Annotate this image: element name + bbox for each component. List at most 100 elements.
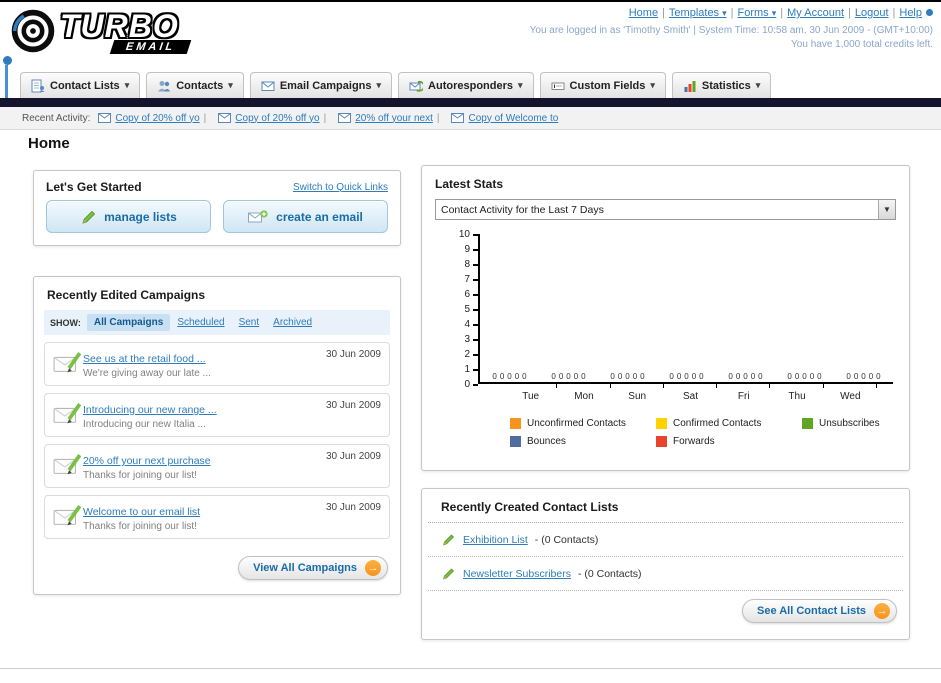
chart-bar-group: 00000 bbox=[787, 372, 822, 381]
recent-activity-bar: Recent Activity: Copy of 20% off yo | Co… bbox=[0, 107, 941, 130]
app-logo[interactable]: TURBO EMAIL bbox=[10, 8, 192, 54]
legend-item: Confirmed Contacts bbox=[656, 418, 802, 429]
x-axis-label: Sun bbox=[628, 391, 647, 402]
legend-item: Forwards bbox=[656, 436, 802, 447]
header-right: Home | Templates ▾ | Forms ▾ | My Account | Logo… bbox=[530, 7, 933, 50]
email-edit-icon bbox=[53, 454, 82, 475]
chevron-down-icon: ▾ bbox=[771, 8, 777, 18]
campaign-list-item: See us at the retail food ... We're givi… bbox=[44, 342, 390, 386]
tab-email-campaigns[interactable]: Email Campaigns ▾ bbox=[249, 72, 393, 98]
top-nav: Home | Templates ▾ | Forms ▾ | My Account | Logo… bbox=[530, 7, 933, 19]
x-axis-label: Sat bbox=[682, 391, 698, 402]
autoresponders-icon bbox=[409, 80, 424, 92]
chevron-down-icon: ▾ bbox=[518, 80, 523, 90]
campaign-date: 30 Jun 2009 bbox=[325, 349, 381, 360]
logo-swirl-icon bbox=[11, 9, 55, 53]
campaign-title-link[interactable]: Welcome to our email list bbox=[83, 506, 200, 518]
tab-contacts[interactable]: Contacts ▾ bbox=[146, 72, 244, 98]
logo-text: TURBO EMAIL bbox=[60, 8, 192, 54]
tab-label: Statistics bbox=[701, 79, 751, 92]
campaign-title-link[interactable]: See us at the retail food ... bbox=[83, 353, 206, 365]
chevron-down-icon: ▾ bbox=[228, 80, 233, 90]
envelope-icon bbox=[218, 113, 232, 123]
chart-x-ticks bbox=[504, 384, 877, 388]
envelope-icon bbox=[451, 113, 465, 123]
see-all-contact-lists-label: See All Contact Lists bbox=[756, 605, 866, 617]
latest-stats-title: Latest Stats bbox=[435, 177, 504, 191]
nav-forms-link[interactable]: Forms ▾ bbox=[738, 7, 777, 19]
legend-item: Bounces bbox=[510, 436, 656, 447]
separator: | bbox=[323, 112, 327, 124]
contact-list-count: - (0 Contacts) bbox=[577, 567, 642, 580]
email-edit-icon bbox=[53, 403, 82, 424]
stats-period-value: Contact Activity for the Last 7 Days bbox=[441, 203, 604, 216]
chevron-down-icon: ▾ bbox=[650, 80, 655, 90]
recent-activity-item[interactable]: 20% off your next bbox=[355, 113, 433, 124]
filter-sent[interactable]: Sent bbox=[232, 314, 267, 331]
separator: | bbox=[436, 112, 440, 124]
campaign-title-link[interactable]: 20% off your next purchase bbox=[83, 455, 211, 467]
custom-fields-icon bbox=[551, 82, 565, 90]
logo-main-text: TURBO bbox=[60, 8, 179, 44]
contact-list-link[interactable]: Newsletter Subscribers bbox=[463, 568, 571, 580]
recent-activity-item[interactable]: Copy of 20% off yo bbox=[235, 113, 319, 124]
filter-all-campaigns[interactable]: All Campaigns bbox=[86, 314, 171, 331]
chevron-down-icon: ▾ bbox=[124, 80, 130, 90]
switch-quick-links[interactable]: Switch to Quick Links bbox=[293, 182, 388, 193]
chevron-down-icon: ▾ bbox=[376, 80, 382, 90]
login-info: You are logged in as 'Timothy Smith' | S… bbox=[529, 25, 933, 36]
tab-label: Contact Lists bbox=[50, 79, 120, 92]
chart-x-axis: Tue Mon Sun Sat Fri Thu Wed bbox=[504, 388, 877, 402]
tab-label: Autoresponders bbox=[428, 79, 514, 92]
tab-contact-lists[interactable]: Contact Lists ▾ bbox=[20, 72, 141, 98]
pencil-icon bbox=[82, 210, 96, 224]
campaign-title-link[interactable]: Introducing our new range ... bbox=[83, 404, 217, 416]
stats-period-select[interactable]: Contact Activity for the Last 7 Days ▼ bbox=[435, 199, 896, 220]
stats-chart: 10 9 8 7 6 5 4 3 2 1 0 000000000000000000000000000… bbox=[422, 229, 909, 447]
tab-custom-fields[interactable]: Custom Fields ▾ bbox=[539, 72, 666, 98]
chart-legend: Unconfirmed Contacts Confirmed Contacts Un… bbox=[510, 418, 941, 447]
legend-item: Unconfirmed Contacts bbox=[510, 418, 656, 429]
filter-scheduled[interactable]: Scheduled bbox=[170, 314, 231, 331]
nav-home-link[interactable]: Home bbox=[629, 7, 658, 19]
tab-statistics[interactable]: Statistics ▾ bbox=[671, 72, 772, 98]
recent-activity-label: Recent Activity: bbox=[22, 112, 91, 124]
envelope-icon bbox=[98, 113, 112, 123]
nav-templates-link[interactable]: Templates ▾ bbox=[669, 7, 727, 19]
tab-label: Contacts bbox=[176, 79, 224, 92]
campaign-subtitle: Thanks for joining our list! bbox=[83, 521, 197, 532]
manage-lists-button[interactable]: manage lists bbox=[46, 200, 211, 233]
recent-activity-item[interactable]: Copy of Welcome to bbox=[468, 113, 558, 124]
chevron-down-icon: ▾ bbox=[755, 80, 761, 90]
campaign-date: 30 Jun 2009 bbox=[325, 502, 381, 513]
campaign-date: 30 Jun 2009 bbox=[325, 400, 381, 411]
latest-stats-panel: Latest Stats Contact Activity for the La… bbox=[421, 165, 910, 471]
nav-logout-link[interactable]: Logout bbox=[855, 7, 889, 19]
x-axis-label: Fri bbox=[737, 391, 750, 402]
chart-bar-group: 00000 bbox=[610, 372, 645, 381]
campaign-subtitle: Thanks for joining our list! bbox=[83, 470, 197, 481]
chart-y-axis: 10 9 8 7 6 5 4 3 2 1 0 bbox=[448, 229, 478, 390]
nav-help-link[interactable]: Help bbox=[899, 7, 922, 19]
create-email-label: create an email bbox=[276, 209, 363, 224]
x-axis-label: Mon bbox=[574, 391, 594, 402]
contacts-icon bbox=[158, 80, 171, 91]
nav-my-account-link[interactable]: My Account bbox=[787, 7, 844, 19]
decorative-dot bbox=[3, 56, 12, 65]
contact-list-link[interactable]: Exhibition List bbox=[463, 534, 528, 546]
tab-label: Custom Fields bbox=[569, 79, 646, 92]
contact-lists-icon bbox=[31, 79, 45, 92]
filter-archived[interactable]: Archived bbox=[266, 314, 319, 331]
campaigns-title: Recently Edited Campaigns bbox=[47, 288, 206, 302]
x-axis-label: Tue bbox=[522, 391, 540, 402]
contact-list-count: - (0 Contacts) bbox=[534, 533, 599, 546]
separator: | bbox=[662, 7, 665, 19]
nav-divider-bar bbox=[0, 98, 941, 107]
tab-autoresponders[interactable]: Autoresponders ▾ bbox=[398, 72, 534, 98]
notification-dot bbox=[926, 9, 933, 16]
separator: | bbox=[892, 7, 896, 19]
view-all-campaigns-button[interactable]: View All Campaigns → bbox=[238, 556, 388, 580]
recent-activity-item[interactable]: Copy of 20% off yo bbox=[115, 113, 199, 124]
see-all-contact-lists-button[interactable]: See All Contact Lists → bbox=[741, 599, 897, 623]
create-email-button[interactable]: create an email bbox=[223, 200, 388, 233]
